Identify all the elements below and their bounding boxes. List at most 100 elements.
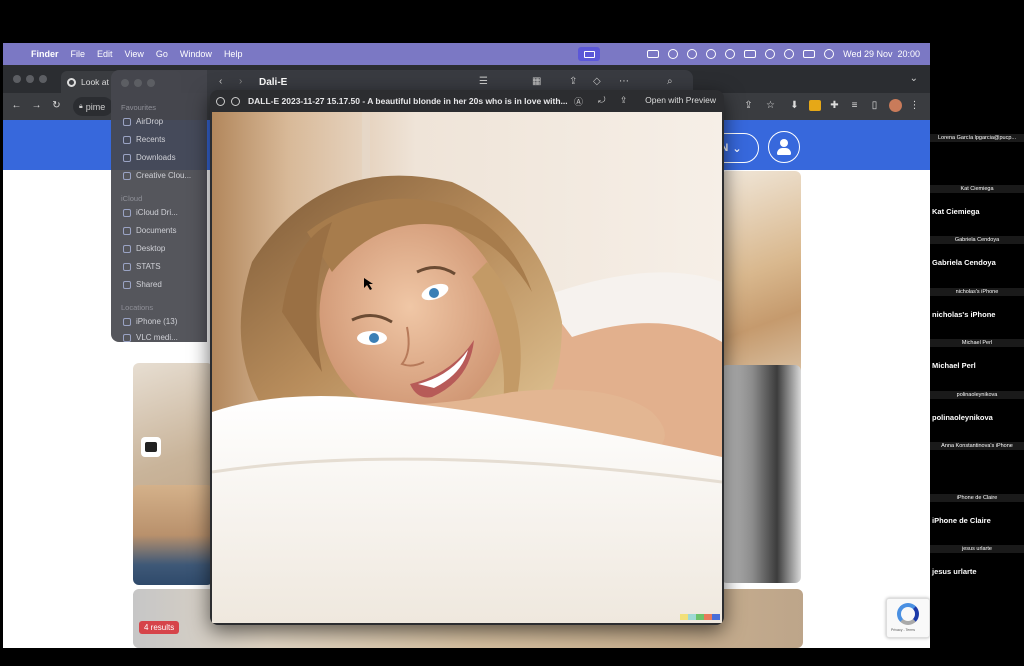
- forward-icon[interactable]: →: [31, 100, 42, 111]
- back-icon[interactable]: ←: [11, 100, 22, 111]
- result-card[interactable]: [133, 485, 213, 585]
- share-icon[interactable]: ⇪: [620, 95, 628, 106]
- sidebar-item-airdrop[interactable]: AirDrop: [123, 117, 163, 126]
- puzzle-icon[interactable]: ✚: [829, 100, 840, 111]
- reading-list-icon[interactable]: ≡: [849, 100, 860, 111]
- sidebar-item-shared[interactable]: Shared: [123, 280, 162, 289]
- finder-title: Dali-E: [259, 77, 288, 88]
- share-icon[interactable]: ⇪: [743, 100, 754, 111]
- participant-name: Michael Perl: [932, 361, 976, 370]
- menu-edit[interactable]: Edit: [91, 49, 119, 59]
- airdrop-icon: [123, 117, 131, 126]
- document-icon: [123, 226, 131, 235]
- clock[interactable]: Wed 29 Nov 20:00: [843, 49, 920, 59]
- participant-name: Kat Ciemiega: [932, 207, 980, 216]
- download-icon[interactable]: ⬇: [789, 100, 800, 111]
- quicklook-titlebar: DALL-E 2023-11-27 15.17.50 - A beautiful…: [210, 90, 724, 112]
- participant-label: polinaoleynikova: [930, 391, 1024, 399]
- battery-icon[interactable]: [744, 50, 757, 58]
- mac-menubar: Finder File Edit View Go Window Help Wed…: [3, 43, 930, 65]
- participant-name: jesus urlarte: [932, 567, 977, 576]
- participant-label: jesus urlarte: [930, 545, 1024, 553]
- participant-label: Michael Perl: [930, 339, 1024, 347]
- result-card[interactable]: [721, 365, 801, 583]
- sidebar-item-downloads[interactable]: Downloads: [123, 153, 176, 162]
- menu-file[interactable]: File: [65, 49, 92, 59]
- history-icon[interactable]: [706, 49, 717, 59]
- address-bar[interactable]: 🔒︎ pime: [73, 97, 113, 116]
- sidebar-item-vlc[interactable]: VLC medi...: [123, 333, 178, 342]
- tab-title: Look at: [81, 77, 109, 87]
- clock-icon: [123, 135, 131, 144]
- folder-icon: [123, 262, 131, 271]
- search-icon[interactable]: [784, 49, 795, 59]
- bookmark-star-icon[interactable]: ☆: [765, 100, 776, 111]
- participant-label: nicholas's iPhone: [930, 288, 1024, 296]
- finder-window-controls[interactable]: [121, 79, 155, 87]
- profile-icon[interactable]: [768, 131, 800, 163]
- rotate-icon[interactable]: ⤾: [598, 95, 606, 106]
- finder-sidebar: Favourites AirDrop Recents Downloads Cre…: [111, 70, 207, 342]
- tag-icon[interactable]: ◇: [593, 76, 601, 87]
- menu-window[interactable]: Window: [174, 49, 218, 59]
- sidebar-item-recents[interactable]: Recents: [123, 135, 165, 144]
- grid-view-icon[interactable]: ▦: [532, 76, 541, 87]
- list-view-icon[interactable]: ☰: [479, 76, 488, 87]
- chevron-down-icon: ⌄: [732, 142, 742, 155]
- sidebar-item-icloud-drive[interactable]: iCloud Dri...: [123, 208, 178, 217]
- participant-label: Anna Konstantinova's iPhone: [930, 442, 1024, 450]
- forward-icon[interactable]: ›: [239, 76, 242, 87]
- quicklook-title: DALL-E 2023-11-27 15.17.50 - A beautiful…: [248, 96, 568, 106]
- search-icon[interactable]: ⌕: [667, 76, 673, 87]
- share-icon[interactable]: ⇪: [569, 76, 577, 87]
- more-icon[interactable]: ⋯: [619, 76, 629, 87]
- timer-icon[interactable]: [687, 49, 698, 59]
- results-badge[interactable]: 4 results: [139, 621, 180, 634]
- close-icon[interactable]: [216, 96, 225, 106]
- siri-icon[interactable]: [824, 49, 835, 59]
- participant-label: Gabriela Cendoya: [930, 236, 1024, 244]
- participant-name: nicholas's iPhone: [932, 310, 996, 319]
- sidebar-item-stats[interactable]: STATS: [123, 262, 161, 271]
- sidebar-item-creative-cloud[interactable]: Creative Clou...: [123, 171, 191, 180]
- sidebar-item-desktop[interactable]: Desktop: [123, 244, 165, 253]
- participant-name: polinaoleynikova: [932, 413, 993, 422]
- shield-icon[interactable]: [647, 50, 660, 58]
- recaptcha-badge[interactable]: Privacy - Terms: [886, 598, 930, 638]
- menu-kebab-icon[interactable]: ⋮: [909, 100, 920, 111]
- menu-view[interactable]: View: [119, 49, 150, 59]
- favicon-icon: [67, 77, 76, 87]
- control-center-icon[interactable]: [803, 50, 816, 58]
- lock-icon: 🔒︎: [79, 102, 83, 110]
- back-icon[interactable]: ‹: [219, 76, 222, 87]
- sidebar-item-iphone[interactable]: iPhone (13): [123, 317, 177, 326]
- fullscreen-icon[interactable]: [231, 96, 240, 106]
- participants-panel: Lorena García lpgarcia@pucp... Kat Ciemi…: [930, 126, 1024, 576]
- sidebar-section-favourites: Favourites: [121, 103, 157, 112]
- participant-name: iPhone de Claire: [932, 516, 991, 525]
- participant-label: Lorena García lpgarcia@pucp...: [930, 134, 1024, 142]
- preview-image: [212, 112, 722, 623]
- open-with-preview-button[interactable]: Open with Preview: [645, 95, 716, 105]
- tab-list-icon[interactable]: ⌄: [910, 73, 918, 84]
- record-icon[interactable]: [668, 49, 679, 59]
- screen-share-icon[interactable]: [578, 47, 601, 61]
- extension-icon[interactable]: [809, 100, 821, 111]
- window-controls[interactable]: [13, 75, 47, 83]
- url-text: pime: [85, 101, 106, 112]
- markup-icon[interactable]: Ⓐ: [574, 95, 583, 108]
- participant-name: Gabriela Cendoya: [932, 258, 996, 267]
- sidepanel-icon[interactable]: ▯: [869, 100, 880, 111]
- phone-icon: [123, 317, 131, 326]
- quicklook-window: DALL-E 2023-11-27 15.17.50 - A beautiful…: [210, 90, 724, 625]
- avatar[interactable]: [889, 99, 902, 112]
- play-icon[interactable]: [725, 49, 736, 59]
- menu-help[interactable]: Help: [218, 49, 249, 59]
- sidebar-section-icloud: iCloud: [121, 194, 143, 203]
- sidebar-item-documents[interactable]: Documents: [123, 226, 176, 235]
- menu-app-name[interactable]: Finder: [25, 49, 65, 59]
- menu-go[interactable]: Go: [150, 49, 174, 59]
- download-icon: [123, 153, 131, 162]
- wifi-icon[interactable]: [765, 49, 776, 59]
- reload-icon[interactable]: ↻: [51, 100, 62, 111]
